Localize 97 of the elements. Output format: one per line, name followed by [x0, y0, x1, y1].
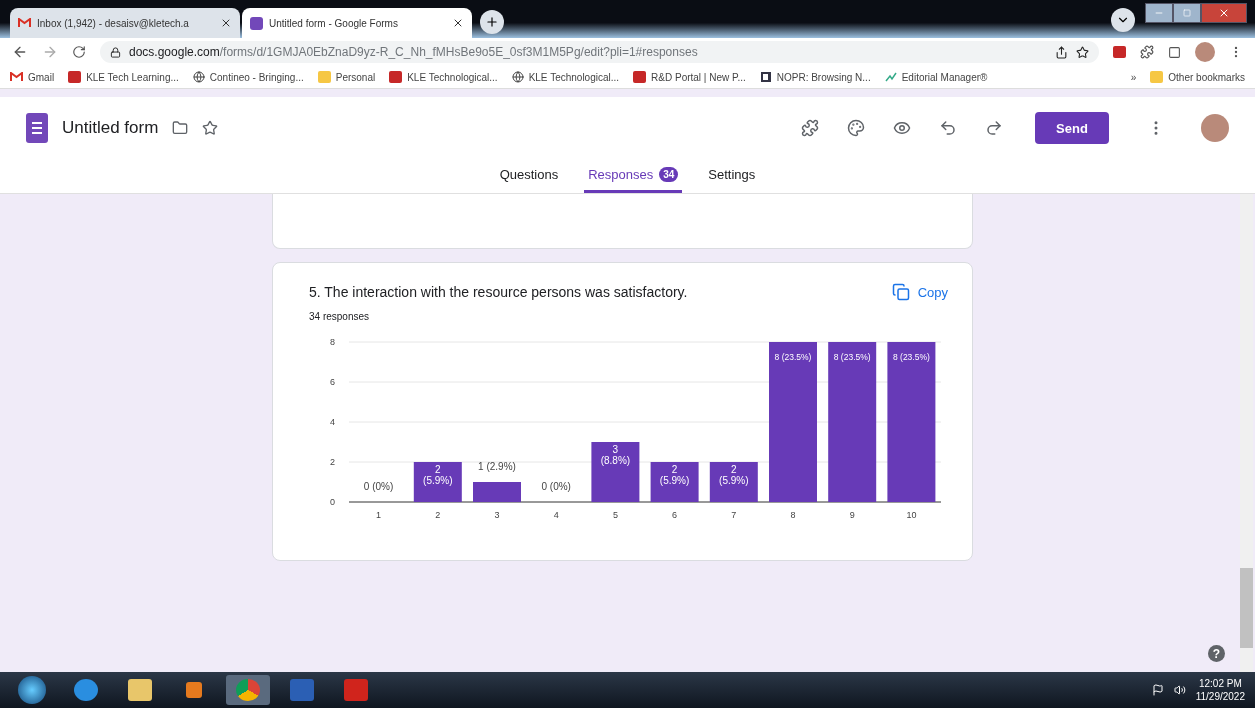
axis-tick-label: 4 — [553, 510, 559, 520]
question-title: 5. The interaction with the resource persons was satisfactory. — [309, 284, 689, 300]
plus-icon — [485, 15, 499, 29]
clock[interactable]: 12:02 PM 11/29/2022 — [1195, 677, 1245, 703]
scrollbar[interactable] — [1240, 194, 1253, 672]
addon-icon[interactable] — [801, 119, 819, 137]
undo-icon[interactable] — [939, 119, 957, 137]
minimize-button[interactable] — [1145, 3, 1173, 23]
bookmark[interactable]: KLE Technological... — [511, 71, 620, 83]
reload-icon[interactable] — [72, 45, 86, 59]
axis-tick-label: 8 — [790, 510, 796, 520]
send-button[interactable]: Send — [1035, 112, 1109, 144]
bar — [473, 482, 521, 502]
bookmark[interactable]: Contineo - Bringing... — [192, 71, 304, 83]
axis-tick-label: 0 — [330, 497, 335, 507]
folder-icon[interactable] — [172, 120, 189, 136]
bookmark-icon — [68, 71, 82, 83]
star-icon[interactable] — [202, 120, 219, 136]
star-icon[interactable] — [1076, 45, 1089, 59]
folder-icon — [1150, 71, 1164, 83]
bar-value-label: 8 (23.5%) — [892, 352, 930, 362]
chart-icon — [884, 72, 897, 82]
axis-tick-label: 7 — [731, 510, 737, 520]
flag-icon[interactable] — [1151, 684, 1164, 696]
response-count: 34 responses — [309, 311, 371, 322]
axis-tick-label: 8 — [330, 337, 335, 347]
share-icon[interactable] — [1055, 45, 1068, 59]
bookmark[interactable]: Editorial Manager® — [884, 71, 988, 83]
copy-button[interactable]: Copy — [891, 283, 948, 301]
axis-tick-label: 9 — [849, 510, 855, 520]
count-badge: 34 — [659, 167, 679, 182]
bar — [591, 442, 640, 502]
bar-value-label: 0 (0%) — [541, 481, 571, 492]
puzzle-icon[interactable] — [1140, 45, 1154, 59]
axis-tick-label: 10 — [906, 510, 917, 520]
bar-value-label: 3 (8.8%) — [600, 444, 631, 466]
avatar[interactable] — [1195, 42, 1215, 62]
axis-tick-label: 1 — [376, 510, 382, 520]
mail-icon — [18, 18, 31, 28]
bookmark[interactable]: Other bookmarks — [1150, 71, 1245, 83]
bookmark[interactable]: R&D Portal | New P... — [633, 71, 746, 83]
help-button[interactable]: ? — [1208, 645, 1225, 662]
bookmark[interactable]: KLE Technological... — [389, 71, 498, 83]
volume-icon[interactable] — [1173, 684, 1186, 696]
bar-value-label: 8 (23.5%) — [833, 352, 871, 362]
globe-icon — [192, 71, 205, 83]
preview-icon[interactable] — [893, 119, 911, 137]
axis-tick-label: 6 — [330, 377, 335, 387]
maximize-button[interactable] — [1173, 3, 1201, 23]
bar-value-label: 8 (23.5%) — [774, 352, 812, 362]
new-tab-button[interactable] — [480, 10, 504, 34]
more-bookmarks[interactable]: » — [1130, 71, 1137, 83]
copy-icon — [891, 283, 910, 301]
globe-icon — [511, 71, 524, 83]
extension-icon[interactable] — [1113, 46, 1126, 58]
avatar[interactable] — [1201, 114, 1229, 142]
form-title: Untitled form — [62, 118, 159, 138]
axis-tick-label: 2 — [435, 510, 441, 520]
close-icon — [1218, 7, 1230, 19]
folder-icon — [317, 71, 331, 83]
tab-search-button[interactable] — [1111, 8, 1135, 32]
form-tab[interactable]: Settings — [704, 159, 760, 193]
mail-icon — [10, 72, 23, 82]
bar-value-label: 0 (0%) — [363, 481, 394, 492]
bar-value-label: 2 (5.9%) — [423, 464, 453, 486]
bar-value-label: 2 (5.9%) — [659, 464, 690, 486]
axis-tick-label: 6 — [672, 510, 678, 520]
bookmark[interactable]: Personal — [317, 71, 376, 83]
bookmark[interactable]: Gmail — [10, 71, 55, 83]
bookmark[interactable]: KLE Tech Learning... — [68, 71, 179, 83]
bar — [709, 462, 758, 502]
bookmark-icon — [633, 71, 647, 83]
maximize-icon — [1183, 9, 1191, 17]
lock-icon — [110, 46, 121, 58]
form-tab[interactable]: Questions — [495, 159, 563, 193]
axis-tick-label: 3 — [494, 510, 500, 520]
bar — [650, 462, 699, 502]
address-bar[interactable]: docs.google.com/forms/d/1GMJA0EbZnaD9yz-R_C_Nh_fMHsBe9o5E_0sf3M1M5Pg/edit?pli=1#responses — [100, 41, 1099, 63]
axis-tick-label: 4 — [330, 417, 335, 427]
sidebar-icon[interactable] — [1168, 45, 1181, 59]
browser-tab[interactable]: Inbox (1,942) - desaisv@kletech.a — [10, 8, 240, 38]
close-icon[interactable] — [452, 17, 464, 29]
bookmark-icon — [389, 71, 403, 83]
bar-value-label: 1 (2.9%) — [478, 461, 516, 472]
redo-icon[interactable] — [985, 119, 1003, 137]
close-icon[interactable] — [220, 17, 232, 29]
form-icon — [250, 16, 263, 30]
axis-tick-label: 5 — [612, 510, 618, 520]
bar-value-label: 2 (5.9%) — [719, 464, 749, 486]
bar — [413, 462, 462, 502]
palette-icon[interactable] — [847, 119, 865, 137]
document-icon — [759, 71, 772, 83]
forms-logo-icon — [26, 113, 48, 143]
browser-tab[interactable]: Untitled form - Google Forms — [242, 8, 472, 38]
back-icon[interactable] — [12, 44, 28, 60]
bookmark[interactable]: NOPR: Browsing N... — [759, 71, 871, 83]
axis-tick-label: 2 — [330, 457, 335, 467]
